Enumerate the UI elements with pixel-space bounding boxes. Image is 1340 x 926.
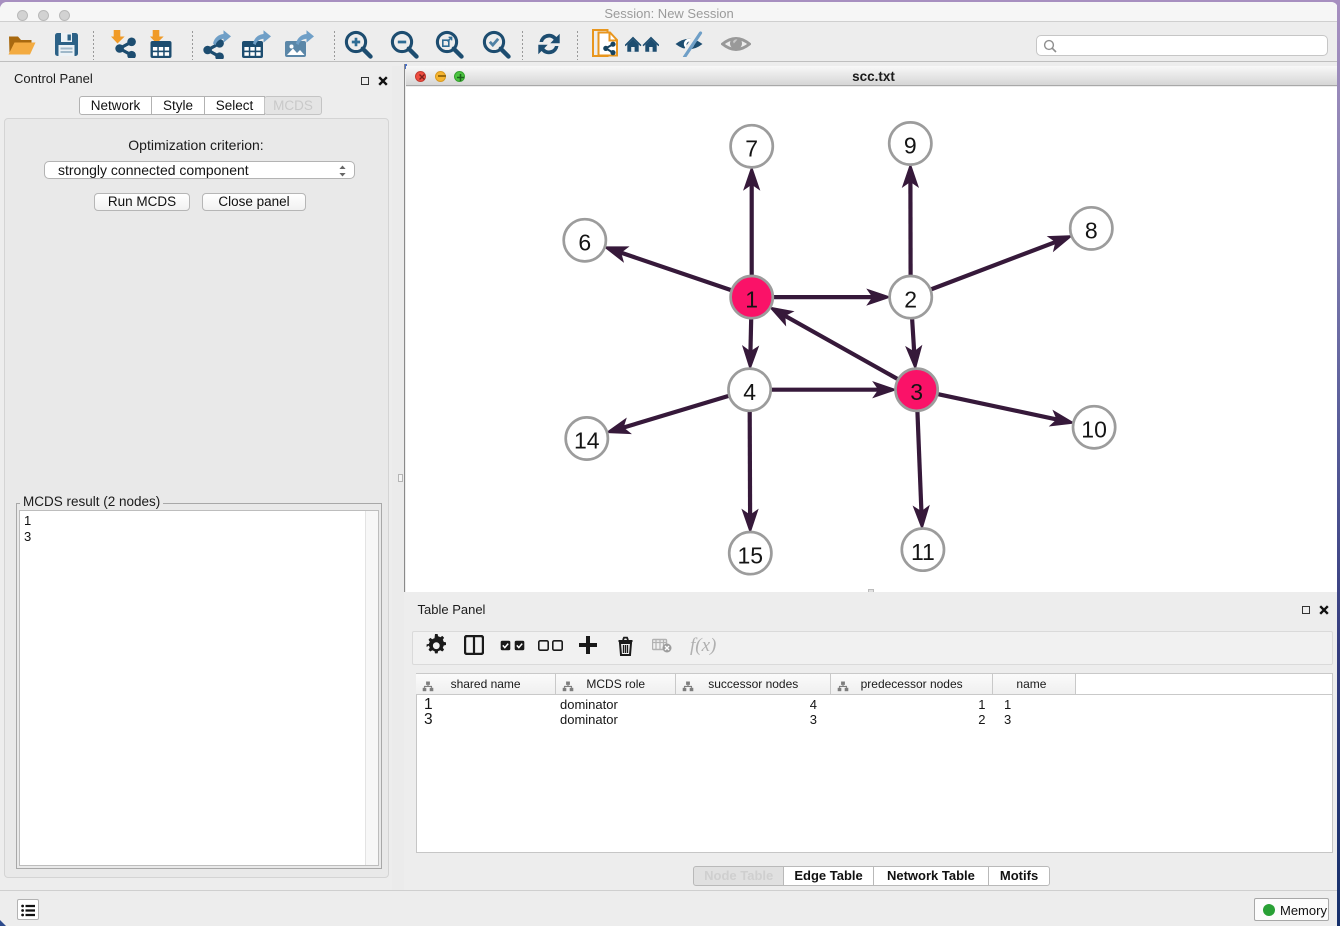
svg-text:7: 7: [745, 136, 758, 162]
svg-text:3: 3: [910, 379, 923, 405]
svg-text:1: 1: [745, 286, 758, 312]
svg-text:15: 15: [738, 542, 764, 568]
svg-text:6: 6: [578, 230, 591, 256]
svg-text:4: 4: [743, 379, 756, 405]
svg-text:14: 14: [574, 428, 600, 454]
svg-text:10: 10: [1081, 417, 1107, 443]
svg-text:9: 9: [904, 133, 917, 159]
svg-text:8: 8: [1085, 218, 1098, 244]
svg-text:11: 11: [911, 539, 935, 565]
svg-text:2: 2: [904, 286, 917, 312]
